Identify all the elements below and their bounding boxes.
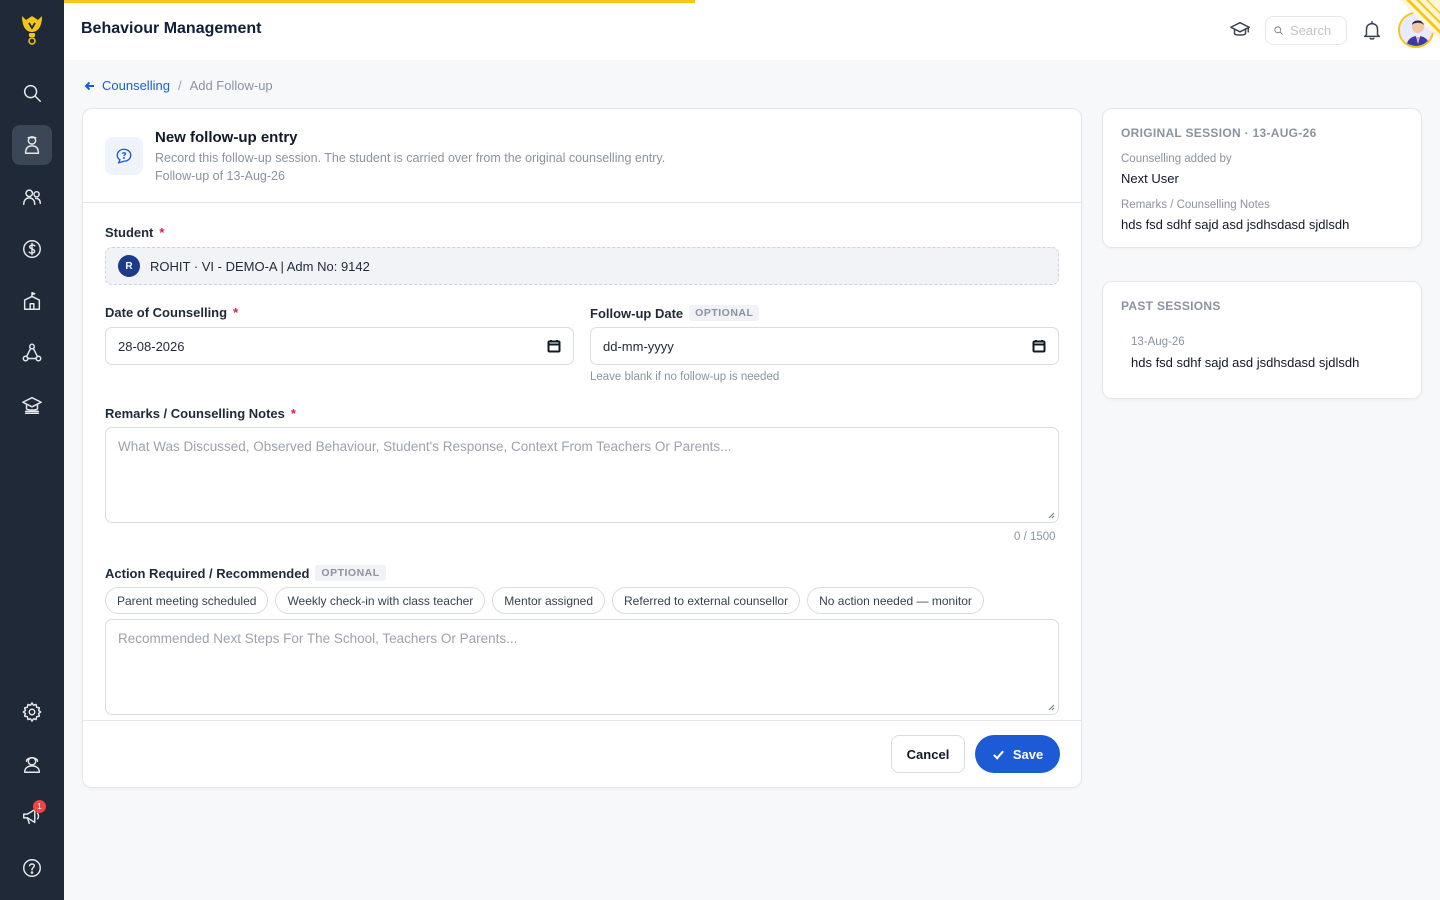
sidebar: 1 xyxy=(0,0,64,900)
date-of-counselling-input[interactable]: 28-08-2026 xyxy=(105,327,574,365)
question-chat-icon xyxy=(105,137,143,175)
nav-announcements[interactable]: 1 xyxy=(12,796,52,836)
network-icon xyxy=(22,343,42,362)
form-description: Record this follow-up session. The stude… xyxy=(155,151,666,165)
past-sessions-title: PAST SESSIONS xyxy=(1121,299,1221,313)
action-chip[interactable]: Referred to external counsellor xyxy=(612,587,801,614)
action-chip[interactable]: Parent meeting scheduled xyxy=(105,587,269,614)
school-building-icon xyxy=(23,292,41,310)
form-heading: New follow-up entry xyxy=(155,129,298,146)
dollar-icon xyxy=(23,240,41,258)
optional-badge: OPTIONAL xyxy=(315,565,386,581)
action-chip-list: Parent meeting scheduled Weekly check-in… xyxy=(105,587,984,614)
original-session-card: ORIGINAL SESSION · 13-AUG-26 Counselling… xyxy=(1102,108,1422,248)
past-session-note: hds fsd sdhf sajd asd jsdhsdasd sjdlsdh xyxy=(1131,355,1360,370)
search-box[interactable] xyxy=(1265,16,1347,45)
loading-progress-bar xyxy=(64,0,695,3)
form-header: New follow-up entry Record this follow-u… xyxy=(83,109,1081,203)
past-sessions-card: PAST SESSIONS 13-Aug-26 hds fsd sdhf saj… xyxy=(1102,281,1422,399)
required-marker: * xyxy=(159,225,165,240)
date-of-counselling-label: Date of Counselling * xyxy=(105,305,238,320)
student-field: R ROHIT · VI - DEMO-A | Adm No: 9142 xyxy=(105,247,1059,285)
follow-up-hint: Leave blank if no follow-up is needed xyxy=(590,371,780,383)
breadcrumb-parent[interactable]: Counselling xyxy=(102,78,170,93)
follow-up-date-label: Follow-up Date OPTIONAL xyxy=(590,305,760,321)
graduation-cap-icon xyxy=(1230,21,1250,36)
student-icon xyxy=(24,136,40,154)
calendar-icon[interactable] xyxy=(547,339,561,353)
follow-up-of-text: Follow-up of 13-Aug-26 xyxy=(155,169,285,183)
action-label-text: Action Required / Recommended xyxy=(105,565,310,581)
remarks-label-text: Remarks / Counselling Notes xyxy=(105,406,285,421)
nav-support[interactable] xyxy=(12,744,52,784)
nav-behaviour[interactable] xyxy=(12,125,52,165)
breadcrumb-separator: / xyxy=(177,78,182,93)
original-session-title: ORIGINAL SESSION · 13-AUG-26 xyxy=(1121,126,1317,140)
save-button[interactable]: Save xyxy=(975,735,1060,773)
page-title: Behaviour Management xyxy=(81,20,262,37)
arrow-left-icon xyxy=(84,81,94,90)
date-label-text: Date of Counselling xyxy=(105,305,228,320)
follow-up-date-input[interactable]: dd-mm-yyyy xyxy=(590,327,1059,365)
remarks-counter: 0 / 1500 xyxy=(1014,531,1056,543)
required-marker: * xyxy=(290,406,296,421)
remarks-placeholder: What Was Discussed, Observed Behaviour, … xyxy=(118,439,732,454)
required-marker: * xyxy=(233,305,239,320)
nav-people[interactable] xyxy=(12,177,52,217)
student-avatar: R xyxy=(118,255,140,277)
date-value: 28-08-2026 xyxy=(118,338,185,354)
graduation-icon xyxy=(22,396,42,414)
support-agent-icon xyxy=(23,756,41,773)
search-icon xyxy=(23,84,41,102)
resize-handle-icon[interactable] xyxy=(1047,511,1055,519)
breadcrumb: Counselling / Add Follow-up xyxy=(84,78,273,93)
action-label: Action Required / Recommended OPTIONAL xyxy=(105,565,386,581)
added-by-label: Counselling added by xyxy=(1121,153,1232,165)
save-label: Save xyxy=(1012,746,1044,762)
app-logo[interactable] xyxy=(0,0,64,60)
corner-decoration xyxy=(1400,0,1440,40)
followup-label-text: Follow-up Date xyxy=(590,305,684,321)
top-bar: Behaviour Management xyxy=(64,0,1440,60)
nav-academics[interactable] xyxy=(12,385,52,425)
nav-network[interactable] xyxy=(12,333,52,373)
resize-handle-icon[interactable] xyxy=(1047,703,1055,711)
search-icon xyxy=(1274,26,1283,35)
action-placeholder: Recommended Next Steps For The School, T… xyxy=(118,631,518,646)
action-textarea[interactable]: Recommended Next Steps For The School, T… xyxy=(105,619,1059,715)
form-footer: Cancel Save xyxy=(83,720,1081,787)
original-remarks-label: Remarks / Counselling Notes xyxy=(1121,199,1270,211)
gear-icon xyxy=(22,702,42,722)
action-chip[interactable]: Mentor assigned xyxy=(492,587,606,614)
search-input[interactable] xyxy=(1290,23,1346,38)
past-session-item[interactable]: 13-Aug-26 hds fsd sdhf sajd asd jsdhsdas… xyxy=(1131,336,1359,370)
breadcrumb-back-link[interactable]: Counselling xyxy=(84,78,170,93)
cancel-button[interactable]: Cancel xyxy=(891,735,965,773)
notification-badge: 1 xyxy=(33,800,46,813)
action-chip[interactable]: No action needed — monitor xyxy=(807,587,984,614)
added-by-value: Next User xyxy=(1121,171,1179,186)
check-icon xyxy=(992,750,1004,760)
nav-settings[interactable] xyxy=(12,692,52,732)
original-remarks-value: hds fsd sdhf sajd asd jsdhsdasd sjdlsdh xyxy=(1121,217,1350,232)
breadcrumb-current: Add Follow-up xyxy=(189,78,273,93)
nav-help[interactable] xyxy=(12,848,52,888)
calendar-icon[interactable] xyxy=(1032,339,1046,353)
student-label: Student * xyxy=(105,225,164,240)
student-value: ROHIT · VI - DEMO-A | Adm No: 9142 xyxy=(150,258,370,274)
remarks-label: Remarks / Counselling Notes * xyxy=(105,406,296,421)
followup-placeholder: dd-mm-yyyy xyxy=(603,338,674,354)
graduation-cap-button[interactable] xyxy=(1228,18,1252,42)
help-icon xyxy=(23,859,41,877)
remarks-textarea[interactable]: What Was Discussed, Observed Behaviour, … xyxy=(105,427,1059,523)
optional-badge: OPTIONAL xyxy=(689,305,760,321)
action-chip[interactable]: Weekly check-in with class teacher xyxy=(275,587,486,614)
nav-fees[interactable] xyxy=(12,229,52,269)
past-session-date: 13-Aug-26 xyxy=(1131,336,1185,348)
follow-up-form-card: New follow-up entry Record this follow-u… xyxy=(82,108,1082,788)
users-icon xyxy=(23,189,41,206)
nav-school[interactable] xyxy=(12,281,52,321)
student-label-text: Student xyxy=(105,225,154,240)
nav-search[interactable] xyxy=(12,73,52,113)
